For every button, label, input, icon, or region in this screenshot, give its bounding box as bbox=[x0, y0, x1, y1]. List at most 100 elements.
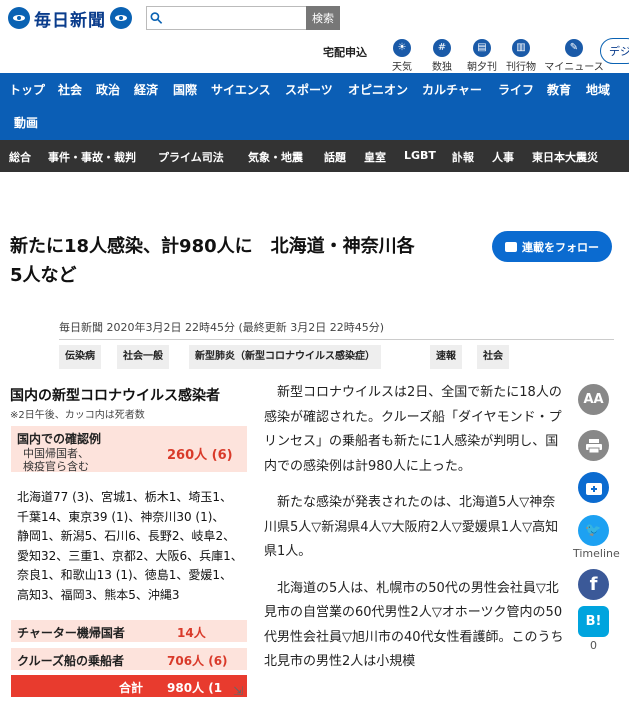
subnav-item[interactable]: 総合 bbox=[9, 149, 31, 165]
subnav-item[interactable]: 話題 bbox=[324, 149, 346, 165]
twitter-timeline-label[interactable]: Timeline bbox=[573, 547, 620, 560]
nav-item[interactable]: サイエンス bbox=[211, 81, 271, 98]
util-label: 刊行物 bbox=[506, 62, 536, 73]
tag-link[interactable]: 社会 bbox=[477, 345, 509, 369]
nav-item[interactable]: 地域 bbox=[586, 81, 610, 98]
follow-icon bbox=[505, 241, 517, 252]
expand-icon[interactable]: ⇲ bbox=[233, 684, 247, 698]
article-paragraph: 新たな感染が発表されたのは、北海道5人▽神奈川県5人▽新潟県4人▽大阪府2人▽愛… bbox=[264, 495, 559, 559]
cruise-label: クルーズ船の乗船者 bbox=[17, 654, 125, 668]
article-title-line: 新たに18人感染、計980人に 北海道・神奈川各 bbox=[10, 236, 415, 257]
prefecture-line: 千葉14、東京39 (1)、神奈川30 (1)、 bbox=[17, 509, 225, 524]
facebook-button[interactable]: f bbox=[578, 569, 609, 600]
font-size-button[interactable]: AA bbox=[578, 384, 609, 415]
nav-item[interactable]: スポーツ bbox=[285, 81, 333, 98]
nav-item[interactable]: 国際 bbox=[173, 81, 197, 98]
follow-share-button[interactable] bbox=[578, 472, 609, 503]
domestic-sublabel: 中国帰国者、 検疫官ら含む bbox=[23, 447, 89, 473]
infobox-note: ※2日午後、カッコ内は死者数 bbox=[10, 410, 145, 421]
subnav-item[interactable]: 人事 bbox=[492, 149, 514, 165]
prefecture-line: 静岡1、新潟5、石川6、長野2、岐阜2、 bbox=[17, 529, 236, 543]
site-logo[interactable]: 毎日新聞 bbox=[8, 5, 132, 31]
logo-eye-icon bbox=[8, 7, 30, 29]
sudoku-icon: # bbox=[433, 39, 451, 57]
domestic-cases-row: 国内での確認例 中国帰国者、 検疫官ら含む 260人 (6) bbox=[11, 426, 247, 473]
font-size-icon: AA bbox=[583, 392, 604, 407]
nav-item[interactable]: ライフ bbox=[498, 81, 534, 98]
nav-item[interactable]: オピニオン bbox=[348, 81, 408, 98]
follow-label: 連載をフォロー bbox=[522, 240, 599, 254]
book-icon: ▥ bbox=[512, 39, 530, 57]
prefecture-list: 北海道77 (3)、宮城1、栃木1、埼玉1、 千葉14、東京39 (1)、神奈川… bbox=[17, 488, 249, 605]
prefecture-line: 奈良1、和歌山13 (1)、徳島1、愛媛1、 bbox=[17, 568, 232, 582]
twitter-icon: 🐦 bbox=[585, 523, 602, 538]
takuhai-link[interactable]: 宅配申込 bbox=[323, 44, 367, 60]
subnav-item[interactable]: LGBT bbox=[404, 149, 436, 162]
nav-item[interactable]: 教育 bbox=[547, 81, 571, 98]
hatena-button[interactable]: B! bbox=[578, 606, 609, 637]
util-label: 天気 bbox=[392, 62, 412, 73]
follow-series-button[interactable]: 連載をフォロー bbox=[492, 231, 612, 262]
search-field[interactable] bbox=[146, 6, 306, 30]
util-label: マイニュース bbox=[544, 62, 604, 73]
charter-value: 14人 bbox=[177, 626, 206, 640]
nav-item[interactable]: 社会 bbox=[58, 81, 82, 98]
cruise-row: クルーズ船の乗船者 706人 (6) bbox=[11, 648, 247, 670]
article-title-line: 5人など bbox=[10, 265, 77, 286]
article-title: 新たに18人感染、計980人に 北海道・神奈川各 5人など bbox=[10, 232, 480, 290]
tag-link[interactable]: 新型肺炎（新型コロナウイルス感染症） bbox=[189, 345, 381, 369]
total-label: 合計 bbox=[119, 681, 144, 695]
tag-link[interactable]: 伝染病 bbox=[59, 345, 101, 369]
subnav-item[interactable]: 東日本大震災 bbox=[532, 149, 598, 165]
print-button[interactable] bbox=[578, 430, 609, 461]
search-input[interactable] bbox=[162, 10, 306, 26]
digital-button[interactable]: デジ bbox=[600, 38, 629, 64]
tag-link[interactable]: 社会一般 bbox=[117, 345, 169, 369]
tag-link[interactable]: 速報 bbox=[430, 345, 462, 369]
nav-item[interactable]: 動画 bbox=[14, 114, 38, 131]
search-bar: 検索 bbox=[146, 6, 340, 30]
subnav-item[interactable]: 訃報 bbox=[452, 149, 474, 165]
charter-label: チャーター機帰国者 bbox=[17, 626, 125, 640]
util-mynews[interactable]: ✎ マイニュース bbox=[537, 39, 611, 73]
util-label: 数独 bbox=[432, 62, 452, 73]
logo-eye-icon bbox=[110, 7, 132, 29]
charter-row: チャーター機帰国者 14人 bbox=[11, 620, 247, 642]
hatena-icon: B! bbox=[585, 614, 602, 629]
domestic-label: 国内での確認例 bbox=[17, 432, 102, 446]
total-value: 980人 (1 bbox=[167, 681, 223, 695]
logo-text: 毎日新聞 bbox=[34, 10, 106, 31]
search-button[interactable]: 検索 bbox=[306, 6, 340, 30]
weather-icon: ☀ bbox=[393, 39, 411, 57]
search-icon bbox=[150, 12, 163, 24]
twitter-button[interactable]: 🐦 bbox=[578, 515, 609, 546]
sub-nav: 総合 事件・事故・裁判 プライム司法 気象・地震 話題 皇室 LGBT 訃報 人… bbox=[0, 140, 629, 172]
prefecture-line: 北海道77 (3)、宮城1、栃木1、埼玉1、 bbox=[17, 490, 232, 504]
subnav-item[interactable]: 気象・地震 bbox=[248, 149, 303, 165]
subnav-item[interactable]: 事件・事故・裁判 bbox=[48, 149, 136, 165]
article-meta: 毎日新聞 2020年3月2日 22時45分 (最終更新 3月2日 22時45分) bbox=[59, 319, 614, 340]
infection-infobox: 国内の新型コロナウイルス感染者 ※2日午後、カッコ内は死者数 国内での確認例 中… bbox=[10, 385, 248, 698]
print-icon bbox=[585, 438, 602, 453]
nav-item[interactable]: カルチャー bbox=[422, 81, 482, 98]
domestic-sub-line: 中国帰国者、 bbox=[23, 447, 89, 460]
nav-item[interactable]: 経済 bbox=[134, 81, 158, 98]
prefecture-line: 高知3、福岡3、熊本5、沖縄3 bbox=[17, 587, 180, 602]
subnav-item[interactable]: 皇室 bbox=[364, 149, 386, 165]
util-label: 朝夕刊 bbox=[467, 62, 497, 73]
article-body: 新型コロナウイルスは2日、全国で新たに18人の感染が確認された。クルーズ船「ダイ… bbox=[264, 381, 564, 687]
main-nav: トップ 社会 政治 経済 国際 サイエンス スポーツ オピニオン カルチャー ラ… bbox=[0, 73, 629, 140]
prefecture-line: 愛知32、三重1、京都2、大阪6、兵庫1、 bbox=[17, 548, 243, 563]
subnav-item[interactable]: プライム司法 bbox=[158, 149, 224, 165]
domestic-sub-line: 検疫官ら含む bbox=[23, 460, 89, 473]
facebook-icon: f bbox=[589, 574, 598, 595]
domestic-value: 260人 (6) bbox=[167, 448, 233, 463]
article-paragraph: 新型コロナウイルスは2日、全国で新たに18人の感染が確認された。クルーズ船「ダイ… bbox=[264, 385, 562, 474]
article-paragraph: 北海道の5人は、札幌市の50代の男性会社員▽北見市の自営業の60代男性2人▽オホ… bbox=[264, 580, 564, 670]
total-row: 合計 980人 (1 bbox=[11, 675, 247, 697]
infobox-heading: 国内の新型コロナウイルス感染者 bbox=[10, 388, 220, 404]
cruise-value: 706人 (6) bbox=[167, 654, 228, 668]
follow-series-icon bbox=[585, 482, 602, 495]
nav-item[interactable]: トップ bbox=[9, 81, 45, 98]
nav-item[interactable]: 政治 bbox=[96, 81, 120, 98]
